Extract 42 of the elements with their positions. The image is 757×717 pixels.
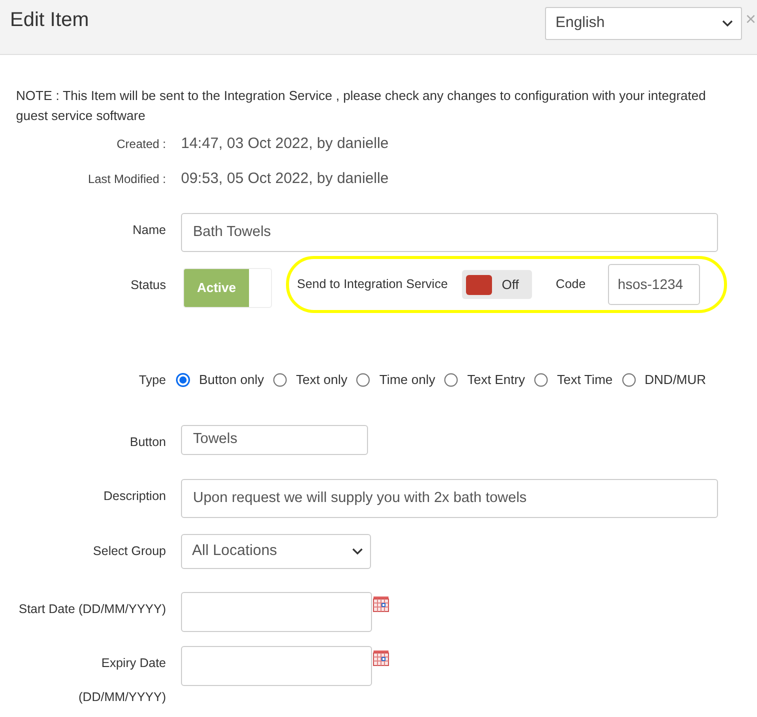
chevron-down-icon [722,20,734,27]
calendar-icon[interactable] [373,596,389,612]
text-field[interactable]: Upon request we will supply you with 2x bath towels [181,479,718,518]
radio-label[interactable]: Text only [296,370,348,390]
integration-toggle[interactable]: Off [462,270,532,299]
date-field[interactable] [181,646,372,686]
calendar-icon[interactable] [373,650,389,666]
text-field[interactable]: hsos-1234 [608,264,700,305]
date-field[interactable] [181,592,372,632]
field-label: Name [132,222,166,239]
modal-title: Edit Item [10,8,89,32]
radio-label[interactable]: DND/MUR [644,370,706,390]
field-label: Type [138,372,166,389]
field-label: Start Date (DD/MM/YYYY) [18,601,166,618]
meta-value: 14:47, 03 Oct 2022, by danielle [181,134,389,154]
meta-label: Created : [116,136,166,153]
text-field[interactable]: Bath Towels [181,213,718,252]
toggle-knob[interactable] [466,274,492,294]
radio-button[interactable] [356,373,370,387]
radio-label[interactable]: Text Time [557,370,613,390]
meta-label: Last Modified : [88,171,166,188]
field-label: Description [103,488,166,505]
field-label: Select Group [93,543,166,560]
radio-button[interactable] [444,373,458,387]
radio-button[interactable] [273,373,288,387]
radio-button[interactable] [534,373,548,387]
radio-label[interactable]: Text Entry [467,370,526,390]
text-field[interactable]: Towels [181,425,368,455]
field-label: Code [556,276,586,294]
radio-button[interactable] [622,373,636,387]
language-select[interactable]: English [545,7,742,40]
field-label: Button [130,434,166,451]
group-select[interactable]: All Locations [181,534,371,569]
field-label: Send to Integration Service [297,276,448,294]
field-label: Status [130,277,166,294]
radio-label[interactable]: Button only [199,370,264,390]
chevron-down-icon [352,548,363,555]
radio-button[interactable] [176,373,190,387]
field-label: Expiry Date (DD/MM/YYYY) [78,655,166,706]
meta-value: 09:53, 05 Oct 2022, by danielle [181,169,389,189]
note-text: NOTE : This Item will be sent to the Integration Service , please check any changes to configuration with your integrated guest service software [16,87,707,125]
radio-label[interactable]: Time only [379,370,436,390]
